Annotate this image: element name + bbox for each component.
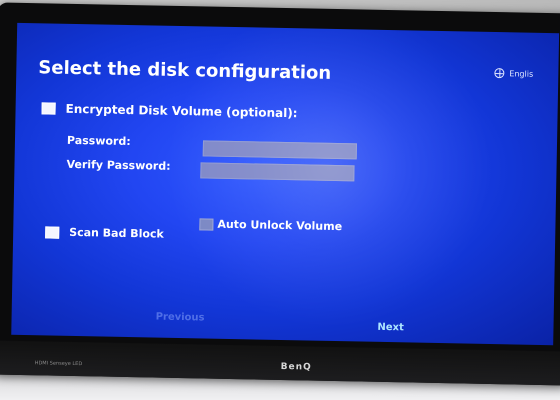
verify-password-label: Verify Password:	[66, 157, 171, 173]
globe-icon	[494, 68, 505, 79]
monitor-model-text: HDMI Senseye LED	[34, 360, 83, 368]
encrypted-volume-label: Encrypted Disk Volume (optional):	[65, 101, 298, 121]
auto-unlock-checkbox[interactable]	[199, 217, 214, 231]
page-title: Select the disk configuration	[38, 57, 332, 84]
password-label: Password:	[66, 133, 131, 149]
scan-bad-block-checkbox[interactable]	[45, 225, 60, 239]
language-label: Englis	[509, 68, 534, 79]
auto-unlock-option[interactable]: Auto Unlock Volume	[199, 217, 342, 233]
password-field[interactable]	[202, 140, 357, 160]
photo: Select the disk configuration Englis Enc…	[0, 0, 560, 400]
scan-bad-block-option[interactable]: Scan Bad Block	[45, 225, 164, 241]
encrypted-volume-checkbox[interactable]	[41, 102, 56, 115]
language-selector[interactable]: Englis	[494, 68, 533, 79]
scan-bad-block-label: Scan Bad Block	[69, 225, 164, 241]
brand-logo: BenQ	[280, 361, 312, 373]
next-button[interactable]: Next	[377, 322, 404, 334]
installer-screen: Select the disk configuration Englis Enc…	[11, 22, 560, 346]
installer-content: Select the disk configuration Englis Enc…	[11, 23, 559, 345]
monitor: Select the disk configuration Englis Enc…	[0, 2, 560, 386]
verify-password-field[interactable]	[200, 162, 355, 182]
auto-unlock-label: Auto Unlock Volume	[217, 217, 343, 234]
encrypted-volume-option[interactable]: Encrypted Disk Volume (optional):	[41, 101, 298, 121]
previous-button[interactable]: Previous	[156, 312, 205, 324]
